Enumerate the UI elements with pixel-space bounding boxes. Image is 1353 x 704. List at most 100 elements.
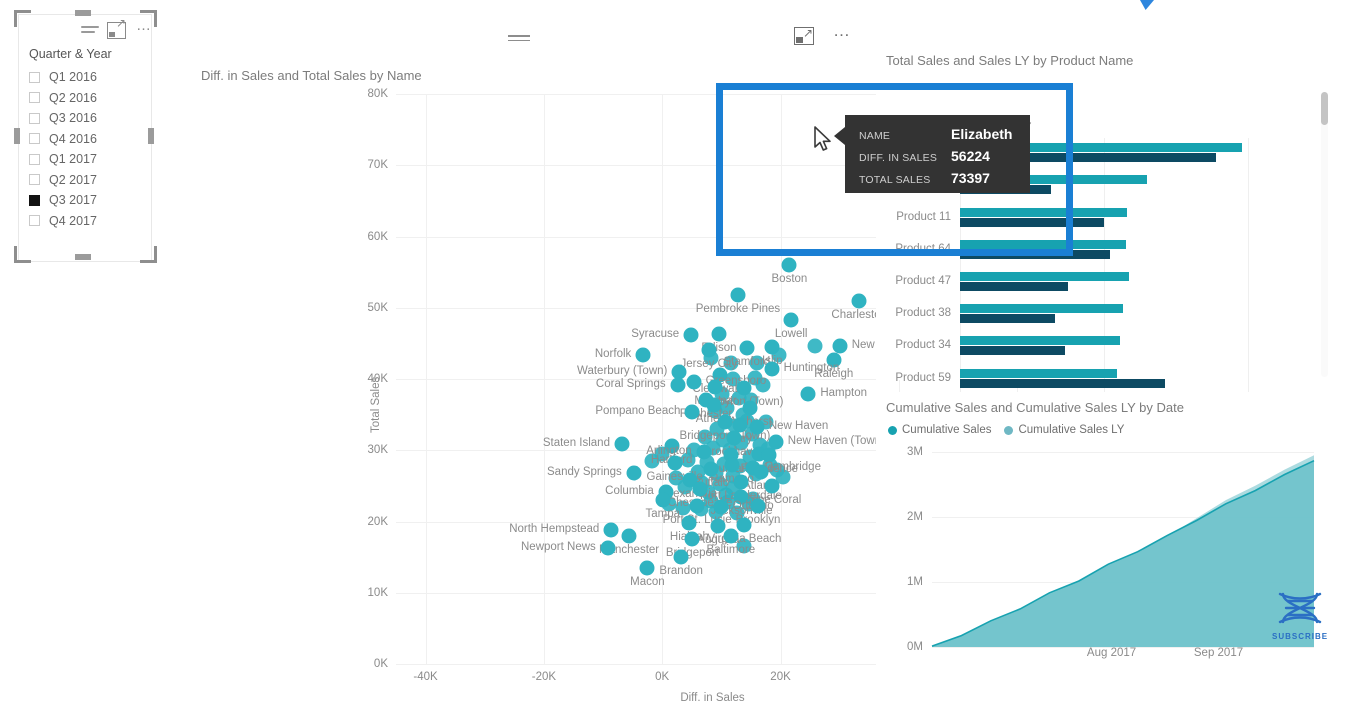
scatter-point[interactable] bbox=[635, 347, 651, 363]
scatter-point[interactable] bbox=[724, 457, 740, 473]
drag-handle-icon[interactable] bbox=[508, 32, 530, 44]
slicer-checkbox[interactable] bbox=[29, 92, 40, 104]
scatter-point[interactable] bbox=[713, 499, 729, 515]
filter-icon[interactable] bbox=[81, 23, 99, 36]
slicer-item-q3-2016[interactable]: Q3 2016 bbox=[29, 108, 151, 129]
bar-total-sales[interactable] bbox=[960, 239, 1126, 249]
scatter-point[interactable] bbox=[626, 465, 642, 481]
bar-group[interactable]: Product 38 bbox=[895, 299, 1300, 331]
scatter-point[interactable] bbox=[783, 312, 799, 328]
scatter-point[interactable] bbox=[689, 498, 705, 514]
bar-sales-ly[interactable] bbox=[960, 378, 1165, 388]
scatter-point[interactable] bbox=[742, 400, 758, 415]
scatter-point[interactable] bbox=[800, 386, 816, 402]
slicer-checkbox[interactable] bbox=[29, 71, 40, 83]
scatter-point[interactable] bbox=[701, 342, 717, 358]
bar-total-sales[interactable] bbox=[960, 271, 1129, 281]
scatter-point[interactable] bbox=[686, 374, 702, 390]
scatter-point[interactable] bbox=[683, 327, 699, 343]
slicer-item-q2-2017[interactable]: Q2 2017 bbox=[29, 170, 151, 191]
slicer-checkbox[interactable] bbox=[29, 194, 40, 206]
bar-sales-ly[interactable] bbox=[960, 217, 1105, 227]
scatter-point[interactable] bbox=[807, 338, 823, 354]
scatter-point[interactable] bbox=[684, 531, 700, 547]
scatter-point[interactable] bbox=[703, 461, 719, 477]
bar-group[interactable]: Product 47 bbox=[895, 267, 1300, 299]
selection-handle-left[interactable] bbox=[14, 128, 20, 144]
bar-sales-ly[interactable] bbox=[960, 281, 1069, 291]
slicer-checkbox[interactable] bbox=[29, 112, 40, 124]
scatter-point[interactable] bbox=[761, 447, 777, 463]
bar-total-sales[interactable] bbox=[960, 368, 1118, 378]
legend-item-cumulative-sales[interactable]: Cumulative Sales bbox=[888, 424, 991, 436]
slicer-checkbox[interactable] bbox=[29, 153, 40, 165]
legend-item-cumulative-sales-ly[interactable]: Cumulative Sales LY bbox=[1004, 424, 1124, 436]
bar-group[interactable]: Product 64 bbox=[895, 235, 1300, 267]
scatter-point[interactable] bbox=[717, 414, 733, 430]
scatter-point[interactable] bbox=[736, 517, 752, 533]
scatter-point[interactable] bbox=[764, 339, 780, 355]
scrollbar-thumb[interactable] bbox=[1321, 92, 1328, 125]
scatter-point[interactable] bbox=[667, 455, 683, 471]
slicer-item-q1-2017[interactable]: Q1 2017 bbox=[29, 149, 151, 170]
scatter-point[interactable] bbox=[603, 522, 619, 538]
selection-handle-bl[interactable] bbox=[14, 246, 31, 263]
selection-handle-tr[interactable] bbox=[140, 10, 157, 27]
area-plot-area[interactable]: 0M 1M 2M 3M Aug 2017 Sep 2017 bbox=[907, 446, 1315, 659]
slicer-item-q4-2016[interactable]: Q4 2016 bbox=[29, 129, 151, 150]
scatter-point[interactable] bbox=[692, 481, 708, 497]
selection-handle-top[interactable] bbox=[75, 10, 91, 16]
slicer-checkbox[interactable] bbox=[29, 133, 40, 145]
scatter-point[interactable] bbox=[764, 361, 780, 377]
selection-handle-tl[interactable] bbox=[14, 10, 31, 27]
scatter-point[interactable] bbox=[639, 560, 655, 576]
bar-sales-ly[interactable] bbox=[960, 249, 1110, 259]
scatter-point[interactable] bbox=[621, 528, 637, 544]
scatter-point[interactable] bbox=[670, 377, 686, 393]
scatter-chart-visual[interactable]: ↗ … Diff. in Sales and Total Sales by Na… bbox=[174, 18, 1029, 704]
slicer-item-q4-2017[interactable]: Q4 2017 bbox=[29, 211, 151, 232]
scatter-point[interactable] bbox=[614, 436, 630, 452]
bar-group[interactable]: Product 59 bbox=[895, 364, 1300, 396]
scatter-point[interactable] bbox=[736, 380, 752, 396]
selection-handle-right[interactable] bbox=[148, 128, 154, 144]
focus-mode-icon[interactable]: ↗ bbox=[794, 27, 814, 45]
bar-group[interactable]: Product 11 bbox=[896, 202, 1300, 234]
slicer-item-q2-2016[interactable]: Q2 2016 bbox=[29, 88, 151, 109]
scatter-point[interactable] bbox=[681, 515, 697, 531]
slicer-checkbox[interactable] bbox=[29, 174, 40, 186]
bar-sales-ly[interactable] bbox=[960, 314, 1056, 324]
selection-handle-br[interactable] bbox=[140, 246, 157, 263]
more-options-icon[interactable]: … bbox=[833, 21, 852, 41]
bar-chart-visual[interactable]: Total Sales and Sales LY by Product Name… bbox=[876, 40, 1336, 450]
scatter-point[interactable] bbox=[673, 549, 689, 565]
slicer-item-q3-2017[interactable]: Q3 2017 bbox=[29, 190, 151, 211]
slicer-checkbox[interactable] bbox=[29, 215, 40, 227]
bar-chart-scrollbar[interactable] bbox=[1321, 92, 1328, 377]
focus-mode-icon[interactable] bbox=[107, 17, 126, 39]
scatter-point[interactable] bbox=[600, 540, 616, 556]
scatter-point[interactable] bbox=[753, 464, 769, 480]
scatter-point[interactable] bbox=[696, 444, 712, 460]
scatter-point[interactable] bbox=[706, 397, 722, 413]
scatter-point[interactable] bbox=[655, 492, 671, 508]
bar-group[interactable]: Product 34 bbox=[895, 331, 1300, 363]
area-chart-legend[interactable]: Cumulative Sales Cumulative Sales LY bbox=[888, 424, 1124, 436]
scatter-point[interactable] bbox=[730, 287, 746, 303]
scatter-point[interactable] bbox=[733, 474, 749, 490]
selection-handle-bottom[interactable] bbox=[75, 254, 91, 260]
scatter-point[interactable] bbox=[749, 419, 765, 435]
scatter-point[interactable] bbox=[781, 257, 797, 273]
scatter-point[interactable] bbox=[851, 293, 867, 309]
quarter-year-slicer[interactable]: … Quarter & Year Q1 2016 Q2 2016 Q3 2016 Q4… bbox=[18, 14, 152, 262]
area-chart-visual[interactable]: Cumulative Sales and Cumulative Sales LY… bbox=[876, 392, 1336, 692]
bar-total-sales[interactable] bbox=[960, 207, 1128, 217]
scatter-point[interactable] bbox=[684, 404, 700, 420]
scatter-point[interactable] bbox=[764, 478, 780, 494]
bar-sales-ly[interactable] bbox=[960, 346, 1066, 356]
slicer-item-q1-2016[interactable]: Q1 2016 bbox=[29, 67, 151, 88]
scatter-point[interactable] bbox=[750, 498, 766, 514]
scatter-point[interactable] bbox=[711, 326, 727, 342]
bar-total-sales[interactable] bbox=[960, 304, 1123, 314]
scatter-point[interactable] bbox=[723, 528, 739, 544]
